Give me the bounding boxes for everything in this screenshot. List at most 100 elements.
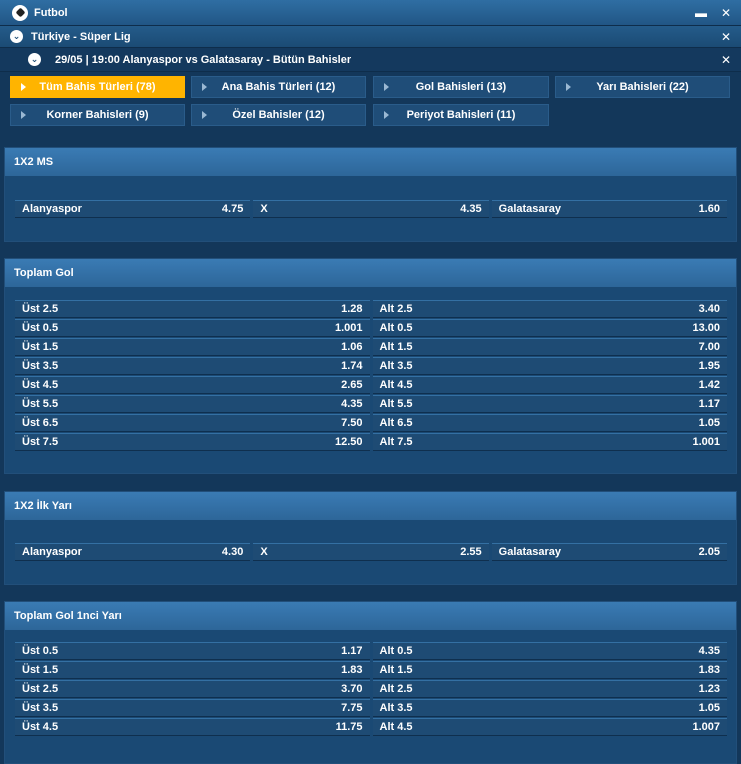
- odd-over[interactable]: Üst 6.5 7.50: [15, 414, 370, 432]
- market-1x2-ms: 1X2 MS Alanyaspor 4.75 X 4.35 Galatasaray 1…: [4, 147, 737, 242]
- odd-under[interactable]: Alt 2.5 1.23: [372, 680, 727, 698]
- odd-over[interactable]: Üst 5.5 4.35: [15, 395, 370, 413]
- odd-label: Alt 6.5: [379, 417, 413, 429]
- triangle-right-icon: [384, 111, 389, 119]
- tab-label: Korner Bahisleri (9): [46, 109, 149, 121]
- odd-home[interactable]: Alanyaspor 4.75: [15, 200, 251, 218]
- odd-under[interactable]: Alt 2.5 3.40: [372, 300, 727, 318]
- table-row: Üst 2.5 3.70 Alt 2.5 1.23: [15, 680, 727, 699]
- triangle-right-icon: [202, 111, 207, 119]
- odd-value: 1.17: [341, 645, 363, 657]
- odd-label: Alanyaspor: [22, 203, 82, 215]
- odd-label: Alt 1.5: [379, 664, 413, 676]
- odd-home[interactable]: Alanyaspor 4.30: [15, 543, 251, 561]
- odd-away[interactable]: Galatasaray 2.05: [491, 543, 727, 561]
- tab-special-bets[interactable]: Özel Bahisler (12): [191, 104, 366, 126]
- odd-label: Alt 3.5: [379, 702, 413, 714]
- odd-over[interactable]: Üst 3.5 7.75: [15, 699, 370, 717]
- odd-under[interactable]: Alt 1.5 7.00: [372, 338, 727, 356]
- odd-under[interactable]: Alt 3.5 1.05: [372, 699, 727, 717]
- odd-label: Alt 2.5: [379, 303, 413, 315]
- market-title: Toplam Gol: [5, 259, 736, 287]
- close-icon[interactable]: ✕: [721, 30, 731, 44]
- odd-label: Alt 5.5: [379, 398, 413, 410]
- odd-over[interactable]: Üst 4.5 11.75: [15, 718, 370, 736]
- odd-value: 2.55: [460, 546, 482, 558]
- odd-value: 1.23: [698, 683, 720, 695]
- odd-label: Alt 0.5: [379, 645, 413, 657]
- table-row: Üst 5.5 4.35 Alt 5.5 1.17: [15, 395, 727, 414]
- odd-under[interactable]: Alt 6.5 1.05: [372, 414, 727, 432]
- market-total-goals: Toplam Gol Üst 2.5 1.28 Alt 2.5 3.40 Üst 0.5…: [4, 258, 737, 474]
- table-row: Üst 7.5 12.50 Alt 7.5 1.001: [15, 433, 727, 452]
- market-1x2-first-half: 1X2 İlk Yarı Alanyaspor 4.30 X 2.55 Galata…: [4, 491, 737, 585]
- odd-label: Üst 3.5: [22, 360, 59, 372]
- odd-value: 3.70: [341, 683, 363, 695]
- odd-under[interactable]: Alt 0.5 13.00: [372, 319, 727, 337]
- odd-under[interactable]: Alt 0.5 4.35: [372, 642, 727, 660]
- odd-over[interactable]: Üst 2.5 1.28: [15, 300, 370, 318]
- odd-over[interactable]: Üst 4.5 2.65: [15, 376, 370, 394]
- odd-label: X: [260, 203, 268, 215]
- market-title: 1X2 MS: [5, 148, 736, 176]
- market-total-goals-first-half: Toplam Gol 1nci Yarı Üst 0.5 1.17 Alt 0.5 4…: [4, 601, 737, 764]
- odd-value: 1.95: [698, 360, 720, 372]
- odd-over[interactable]: Üst 0.5 1.001: [15, 319, 370, 337]
- odd-over[interactable]: Üst 1.5 1.83: [15, 661, 370, 679]
- tab-all-bets[interactable]: Tüm Bahis Türleri (78): [10, 76, 185, 98]
- odd-label: Alt 0.5: [379, 322, 413, 334]
- tab-label: Yarı Bahisleri (22): [596, 81, 689, 93]
- odd-away[interactable]: Galatasaray 1.60: [491, 200, 727, 218]
- odd-value: 4.75: [221, 203, 244, 215]
- odd-over[interactable]: Üst 3.5 1.74: [15, 357, 370, 375]
- odds-row: Alanyaspor 4.75 X 4.35 Galatasaray 1.60: [15, 200, 727, 218]
- triangle-right-icon: [566, 83, 571, 91]
- odd-over[interactable]: Üst 1.5 1.06: [15, 338, 370, 356]
- odd-value: 1.83: [698, 664, 720, 676]
- odd-under[interactable]: Alt 1.5 1.83: [372, 661, 727, 679]
- table-row: Üst 3.5 1.74 Alt 3.5 1.95: [15, 357, 727, 376]
- odd-under[interactable]: Alt 5.5 1.17: [372, 395, 727, 413]
- odd-value: 4.35: [341, 398, 363, 410]
- close-icon[interactable]: ✕: [721, 6, 731, 20]
- table-row: Üst 0.5 1.001 Alt 0.5 13.00: [15, 319, 727, 338]
- tab-goal-bets[interactable]: Gol Bahisleri (13): [373, 76, 549, 98]
- odd-over[interactable]: Üst 0.5 1.17: [15, 642, 370, 660]
- close-icon[interactable]: ✕: [721, 53, 731, 67]
- odd-value: 1.83: [341, 664, 363, 676]
- odd-under[interactable]: Alt 3.5 1.95: [372, 357, 727, 375]
- odd-over[interactable]: Üst 7.5 12.50: [15, 433, 370, 451]
- odd-label: Üst 1.5: [22, 664, 59, 676]
- odd-label: Alt 4.5: [379, 379, 413, 391]
- odd-value: 1.007: [692, 721, 720, 733]
- odds-row: Alanyaspor 4.30 X 2.55 Galatasaray 2.05: [15, 543, 727, 561]
- odd-under[interactable]: Alt 4.5 1.42: [372, 376, 727, 394]
- match-header[interactable]: ⌄ 29/05 | 19:00 Alanyaspor vs Galatasara…: [0, 48, 741, 72]
- odd-value: 7.50: [341, 417, 363, 429]
- odd-value: 2.05: [698, 546, 720, 558]
- tab-half-bets[interactable]: Yarı Bahisleri (22): [555, 76, 730, 98]
- tab-main-bets[interactable]: Ana Bahis Türleri (12): [191, 76, 366, 98]
- odd-draw[interactable]: X 2.55: [253, 543, 489, 561]
- minimize-icon[interactable]: ▬: [695, 6, 707, 20]
- odd-value: 11.75: [335, 721, 363, 733]
- odd-value: 1.28: [341, 303, 363, 315]
- odd-under[interactable]: Alt 7.5 1.001: [372, 433, 727, 451]
- league-header[interactable]: ⌄ Türkiye - Süper Lig ✕: [0, 26, 741, 48]
- tab-corner-bets[interactable]: Korner Bahisleri (9): [10, 104, 185, 126]
- odd-label: Üst 0.5: [22, 645, 59, 657]
- table-row: Üst 2.5 1.28 Alt 2.5 3.40: [15, 300, 727, 319]
- odd-draw[interactable]: X 4.35: [253, 200, 489, 218]
- odd-label: Üst 5.5: [22, 398, 59, 410]
- odds-table: Üst 2.5 1.28 Alt 2.5 3.40 Üst 0.5 1.001 Alt 0.…: [15, 300, 727, 452]
- table-row: Üst 0.5 1.17 Alt 0.5 4.35: [15, 642, 727, 661]
- odd-over[interactable]: Üst 2.5 3.70: [15, 680, 370, 698]
- triangle-right-icon: [21, 83, 26, 91]
- odd-value: 7.00: [698, 341, 720, 353]
- odd-value: 7.75: [341, 702, 363, 714]
- tab-period-bets[interactable]: Periyot Bahisleri (11): [373, 104, 549, 126]
- chevron-down-icon[interactable]: ⌄: [28, 53, 41, 66]
- chevron-down-icon[interactable]: ⌄: [10, 30, 23, 43]
- table-row: Üst 3.5 7.75 Alt 3.5 1.05: [15, 699, 727, 718]
- odd-under[interactable]: Alt 4.5 1.007: [372, 718, 727, 736]
